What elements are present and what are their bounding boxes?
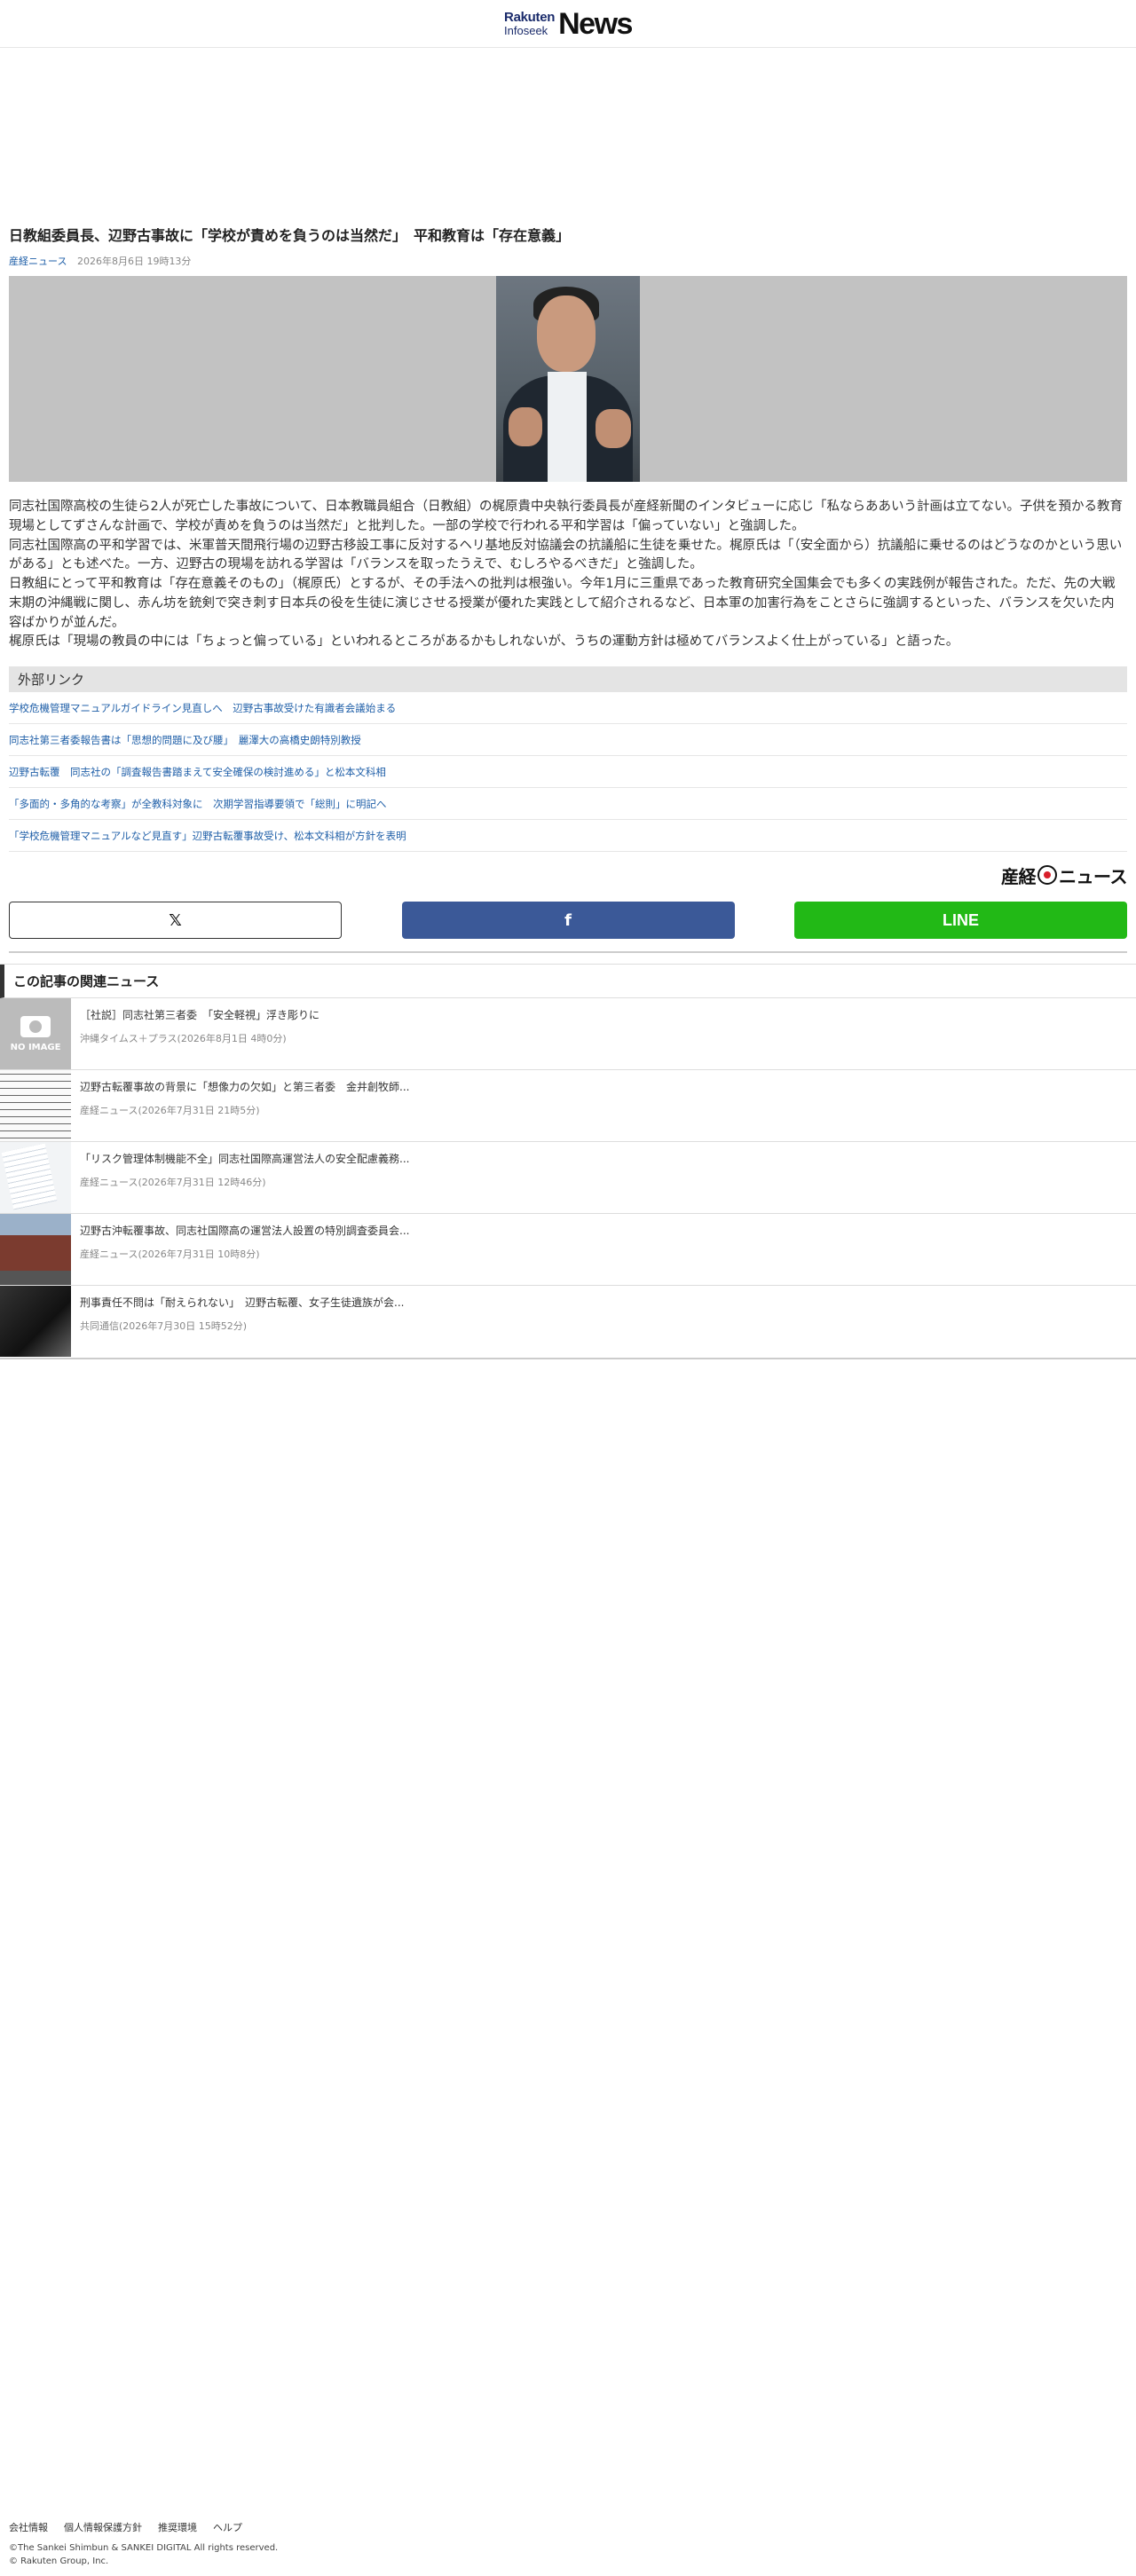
- article-paragraph: 梶原氏は「現場の教員の中には「ちょっと偏っている」といわれるところがあるかもしれ…: [9, 634, 959, 650]
- related-item-meta: 共同通信(2026年7月30日 15時52分): [80, 1320, 248, 1332]
- article: 日教組委員長、辺野古事故に「学校が責めを負うのは当然だ」 平和教育は「存在意義」…: [0, 225, 1136, 939]
- related-thumbnail: [0, 1286, 71, 1357]
- related-news-item[interactable]: 辺野古転覆事故の背景に「想像力の欠如」と第三者委 金井創牧師... 産経ニュース…: [0, 1070, 1136, 1142]
- related-news: この記事の関連ニュース NO IMAGE ［社説］同志社第三者委 「安全軽視」浮…: [0, 964, 1136, 1359]
- share-facebook-button[interactable]: f: [401, 902, 735, 939]
- rakuten-infoseek-news-logo[interactable]: Rakuten Infoseek News: [504, 6, 633, 41]
- related-item-title: 辺野古転覆事故の背景に「想像力の欠如」と第三者委 金井創牧師...: [80, 1081, 410, 1093]
- article-date: 2026年8月6日 19時13分: [76, 256, 192, 267]
- camera-icon: [20, 1015, 51, 1037]
- footer-link-environment[interactable]: 推奨環境: [158, 2520, 197, 2534]
- article-photo-frame: [9, 276, 1127, 482]
- sankei-news-logo: 産経 ニュース: [9, 863, 1128, 887]
- related-thumbnail: [0, 1070, 71, 1141]
- article-paragraph: 日教組にとって平和教育は「存在意義そのもの」（梶原氏）とするが、その手法への批判…: [9, 577, 1116, 630]
- external-link[interactable]: 同志社第三者委報告書は「思想的問題に及び腰」 麗澤大の高橋史朗特別教授: [9, 724, 1127, 756]
- article-photo: [496, 276, 640, 482]
- external-link[interactable]: 辺野古転覆 同志社の「調査報告書踏まえて安全確保の検討進める」と松本文科相: [9, 756, 1127, 788]
- related-item-title: 「リスク管理体制機能不全」同志社国際高運営法人の安全配慮義務...: [80, 1153, 410, 1165]
- facebook-icon: f: [564, 910, 572, 930]
- copyright-sankei: ©The Sankei Shimbun & SANKEI DIGITAL All…: [9, 2543, 279, 2553]
- related-thumbnail: NO IMAGE: [0, 998, 71, 1069]
- external-links-title: 外部リンク: [9, 666, 1127, 692]
- footer-link-company[interactable]: 会社情報: [9, 2520, 48, 2534]
- related-news-item[interactable]: NO IMAGE ［社説］同志社第三者委 「安全軽視」浮き彫りに 沖縄タイムス＋…: [0, 998, 1136, 1070]
- related-news-title: この記事の関連ニュース: [0, 965, 1136, 998]
- site-footer: 会社情報 個人情報保護方針 推奨環境 ヘルプ ©The Sankei Shimb…: [9, 2520, 278, 2568]
- related-item-title: 辺野古沖転覆事故、同志社国際高の運営法人設置の特別調査委員会...: [80, 1225, 410, 1237]
- external-link[interactable]: 学校危機管理マニュアルガイドライン見直しへ 辺野古事故受けた有識者会議始まる: [9, 692, 1127, 724]
- related-item-meta: 産経ニュース(2026年7月31日 10時8分): [80, 1249, 260, 1260]
- article-paragraph: 同志社国際高校の生徒ら2人が死亡した事故について、日本教職員組合（日教組）の梶原…: [9, 500, 1124, 533]
- related-item-title: ［社説］同志社第三者委 「安全軽視」浮き彫りに: [80, 1009, 320, 1021]
- article-source-link[interactable]: 産経ニュース: [9, 256, 67, 267]
- related-news-item[interactable]: 刑事責任不問は「耐えられない」 辺野古転覆、女子生徒遺族が会... 共同通信(2…: [0, 1286, 1136, 1358]
- copyright-rakuten: © Rakuten Group, Inc.: [9, 2556, 109, 2566]
- external-links: 外部リンク 学校危機管理マニュアルガイドライン見直しへ 辺野古事故受けた有識者会…: [9, 666, 1127, 852]
- related-thumbnail: [0, 1142, 71, 1213]
- site-header: Rakuten Infoseek News: [0, 0, 1136, 48]
- article-paragraph: 同志社国際高の平和学習では、米軍普天間飛行場の辺野古移設工事に反対するヘリ基地反…: [9, 538, 1123, 572]
- article-meta: 産経ニュース 2026年8月6日 19時13分: [9, 254, 1127, 268]
- divider: [9, 951, 1127, 953]
- related-item-meta: 産経ニュース(2026年7月31日 12時46分): [80, 1177, 266, 1188]
- related-item-meta: 沖縄タイムス＋プラス(2026年8月1日 4時0分): [80, 1033, 287, 1044]
- related-news-item[interactable]: 「リスク管理体制機能不全」同志社国際高運営法人の安全配慮義務... 産経ニュース…: [0, 1142, 1136, 1214]
- sankei-logo-right-text: ニュース: [1059, 865, 1128, 887]
- external-link[interactable]: 「学校危機管理マニュアルなど見直す」辺野古転覆事故受け、松本文科相が方針を表明: [9, 820, 1127, 852]
- sankei-logo-left-text: 産経: [1001, 865, 1037, 887]
- article-headline: 日教組委員長、辺野古事故に「学校が責めを負うのは当然だ」 平和教育は「存在意義」: [9, 227, 571, 244]
- ad-space: [0, 48, 1136, 222]
- sankei-mark-icon: [1037, 865, 1057, 885]
- article-body: 同志社国際高校の生徒ら2人が死亡した事故について、日本教職員組合（日教組）の梶原…: [9, 498, 1127, 652]
- related-news-item[interactable]: 辺野古沖転覆事故、同志社国際高の運営法人設置の特別調査委員会... 産経ニュース…: [0, 1214, 1136, 1286]
- logo-infoseek-text: Infoseek: [504, 24, 548, 37]
- share-line-button[interactable]: LINE: [794, 902, 1127, 939]
- footer-link-help[interactable]: ヘルプ: [213, 2520, 242, 2534]
- logo-news-text: News: [558, 6, 633, 41]
- related-thumbnail: [0, 1214, 71, 1285]
- logo-rakuten-text: Rakuten: [504, 10, 556, 25]
- related-item-meta: 産経ニュース(2026年7月31日 21時5分): [80, 1105, 260, 1116]
- related-item-title: 刑事責任不問は「耐えられない」 辺野古転覆、女子生徒遺族が会...: [80, 1296, 405, 1309]
- share-bar: 𝕏 f LINE: [9, 902, 1127, 939]
- external-link[interactable]: 「多面的・多角的な考察」が全教科対象に 次期学習指導要領で「総則」に明記へ: [9, 788, 1127, 820]
- no-image-label: NO IMAGE: [10, 1042, 61, 1052]
- share-x-button[interactable]: 𝕏: [9, 902, 342, 939]
- footer-link-privacy[interactable]: 個人情報保護方針: [64, 2520, 142, 2534]
- line-label: LINE: [942, 910, 979, 929]
- x-icon: 𝕏: [169, 910, 182, 930]
